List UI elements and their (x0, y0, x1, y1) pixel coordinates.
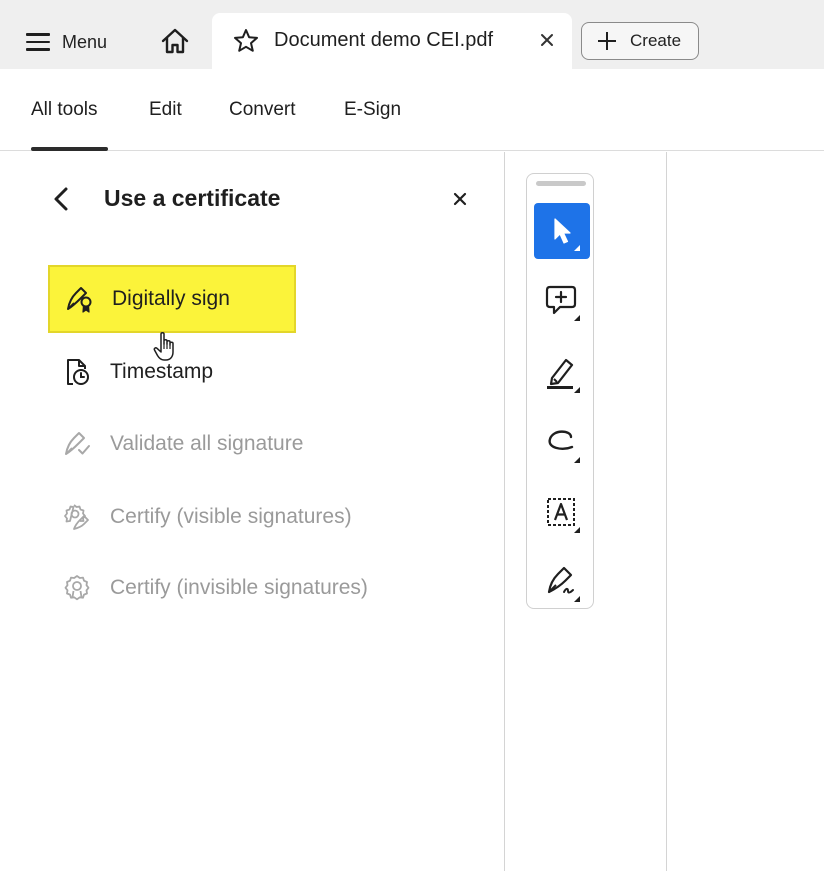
document-tab[interactable]: Document demo CEI.pdf (212, 13, 572, 69)
digital-sign-icon (67, 287, 92, 313)
panel-title: Use a certificate (104, 185, 281, 211)
home-icon (161, 28, 189, 54)
menu-label: Menu (62, 31, 108, 52)
hamburger-icon (26, 33, 50, 51)
home-button[interactable] (160, 26, 190, 56)
menu-button[interactable]: Menu (26, 22, 107, 62)
tab-edit[interactable]: Edit (149, 99, 182, 121)
certify-invisible-icon (64, 575, 90, 601)
document-canvas[interactable] (666, 152, 824, 871)
toolbar-grip[interactable] (536, 181, 586, 186)
certify-invisible-item[interactable]: Certify (invisible signatures) (48, 554, 458, 622)
digitally-sign-label: Digitally sign (112, 287, 230, 310)
active-tab-indicator (31, 147, 108, 151)
certify-visible-icon (64, 504, 89, 530)
create-button[interactable]: Create (581, 22, 699, 60)
tab-convert[interactable]: Convert (229, 99, 296, 121)
fill-sign-icon (547, 566, 580, 602)
comment-tool[interactable] (534, 273, 590, 329)
certify-visible-item[interactable]: Certify (visible signatures) (48, 483, 458, 551)
plus-icon (598, 32, 616, 50)
create-label: Create (630, 31, 682, 50)
back-arrow-icon[interactable] (50, 185, 72, 213)
certificate-panel: Use a certificate Digitally sign Timesta… (0, 152, 505, 871)
hand-cursor-icon (153, 331, 174, 361)
validate-signature-item[interactable]: Validate all signature (48, 410, 458, 478)
tab-e-sign[interactable]: E-Sign (344, 99, 401, 121)
timestamp-item[interactable]: Timestamp (48, 338, 458, 406)
highlight-tool[interactable] (534, 345, 590, 401)
close-tab-icon[interactable] (536, 29, 558, 51)
sign-tool[interactable] (534, 554, 590, 610)
pointer-icon (554, 218, 580, 251)
draw-tool[interactable] (534, 415, 590, 471)
quick-tools-toolbar (526, 173, 594, 609)
tab-all-tools[interactable]: All tools (31, 99, 98, 121)
title-bar: Menu Document demo CEI.pdf Create (0, 0, 824, 69)
certify-invisible-label: Certify (invisible signatures) (110, 576, 368, 599)
text-box-icon (547, 498, 580, 533)
star-icon[interactable] (232, 27, 260, 55)
freehand-draw-icon (548, 430, 580, 463)
text-tool[interactable] (534, 485, 590, 541)
digitally-sign-item[interactable]: Digitally sign (48, 265, 296, 333)
validate-signature-label: Validate all signature (110, 432, 304, 455)
highlighter-icon (547, 358, 580, 393)
tab-title: Document demo CEI.pdf (274, 29, 493, 51)
validate-signature-icon (65, 432, 90, 455)
close-panel-icon[interactable] (450, 189, 470, 209)
add-comment-icon (545, 285, 580, 321)
tools-nav: All tools Edit Convert E-Sign (0, 69, 824, 151)
select-tool[interactable] (534, 203, 590, 259)
timestamp-icon (67, 359, 89, 385)
certify-visible-label: Certify (visible signatures) (110, 505, 352, 528)
